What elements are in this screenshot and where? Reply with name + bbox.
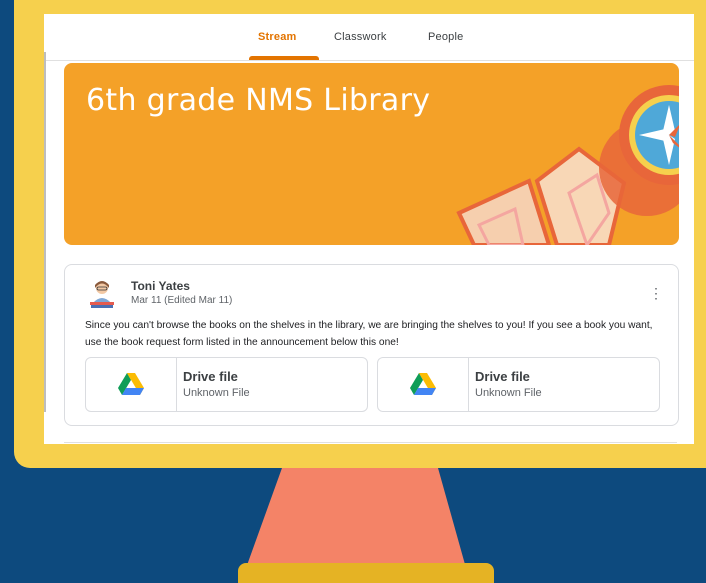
compass-and-map-illustration <box>456 85 679 245</box>
drive-attachment-2[interactable]: Drive file Unknown File <box>377 357 660 412</box>
tab-people[interactable]: People <box>428 31 463 43</box>
google-drive-icon <box>410 373 436 395</box>
attachment-thumbnail <box>378 358 469 411</box>
drive-attachment-1[interactable]: Drive file Unknown File <box>85 357 368 412</box>
attachment-title: Drive file <box>183 369 238 384</box>
tab-stream[interactable]: Stream <box>258 31 297 43</box>
active-tab-indicator <box>249 56 319 60</box>
monitor-base <box>238 563 494 583</box>
post-author[interactable]: Toni Yates <box>131 279 190 293</box>
screen-edge <box>44 52 46 412</box>
google-drive-icon <box>118 373 144 395</box>
classroom-screen: Stream Classwork People 6th grade NMS Li… <box>44 14 694 444</box>
class-title: 6th grade NMS Library <box>86 83 431 118</box>
class-banner: 6th grade NMS Library <box>64 63 679 245</box>
tab-classwork[interactable]: Classwork <box>334 31 387 43</box>
post-body: Since you can't browse the books on the … <box>85 320 653 348</box>
attachment-subtitle: Unknown File <box>475 387 542 399</box>
attachment-thumbnail <box>86 358 177 411</box>
next-post-divider <box>64 442 677 443</box>
attachment-subtitle: Unknown File <box>183 387 250 399</box>
post-date: Mar 11 (Edited Mar 11) <box>131 295 233 306</box>
more-vert-icon[interactable]: ⋮ <box>648 283 664 303</box>
tab-bar: Stream Classwork People <box>44 14 694 61</box>
announcement-card: Toni Yates Mar 11 (Edited Mar 11) ⋮ Sinc… <box>64 264 679 426</box>
monitor-stand <box>246 468 466 568</box>
attachment-title: Drive file <box>475 369 530 384</box>
reader-avatar-icon <box>90 281 114 308</box>
